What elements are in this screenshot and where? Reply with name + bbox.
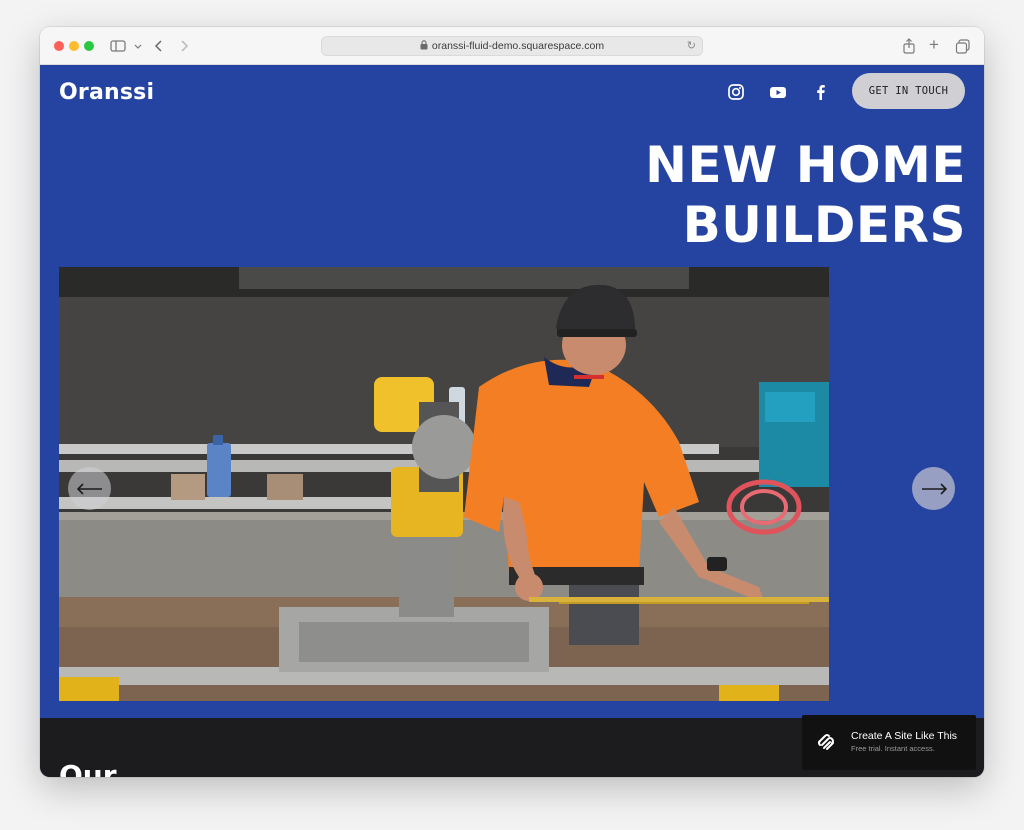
hero-title: NEW HOME BUILDERS <box>366 135 966 255</box>
squarespace-badge[interactable]: Create A Site Like This Free trial. Inst… <box>802 715 976 770</box>
new-tab-icon[interactable]: + <box>929 35 939 55</box>
site-logo[interactable]: Oranssi <box>59 80 154 105</box>
arrow-right-icon <box>921 482 947 495</box>
back-arrow-icon[interactable] <box>153 36 165 56</box>
hero-title-line-1: NEW HOME <box>645 136 966 194</box>
squarespace-badge-title: Create A Site Like This <box>851 730 958 742</box>
zoom-window-button[interactable] <box>84 41 94 51</box>
get-in-touch-button[interactable]: GET IN TOUCH <box>852 73 965 109</box>
sidebar-toggle-icon[interactable] <box>110 36 132 56</box>
share-icon[interactable] <box>902 36 916 56</box>
close-window-button[interactable] <box>54 41 64 51</box>
section-title: Our <box>59 759 117 778</box>
instagram-icon[interactable] <box>727 83 745 101</box>
hero-image <box>59 267 829 701</box>
hero-image-illustration <box>59 267 829 701</box>
reload-icon[interactable]: ↻ <box>687 37 696 56</box>
lock-icon <box>420 38 428 57</box>
previous-slide-button[interactable] <box>68 467 111 510</box>
squarespace-logo-icon <box>818 734 834 750</box>
url-text: oranssi-fluid-demo.squarespace.com <box>431 40 605 52</box>
address-bar[interactable]: oranssi-fluid-demo.squarespace.com ↻ <box>321 36 703 56</box>
tab-overview-icon[interactable] <box>955 36 971 56</box>
chevron-down-icon[interactable] <box>134 36 142 56</box>
squarespace-badge-subtitle: Free trial. Instant access. <box>851 744 935 753</box>
forward-arrow-icon[interactable] <box>178 36 190 56</box>
minimize-window-button[interactable] <box>69 41 79 51</box>
browser-window: oranssi-fluid-demo.squarespace.com ↻ + O… <box>40 27 984 777</box>
facebook-icon[interactable] <box>812 83 830 101</box>
browser-toolbar: oranssi-fluid-demo.squarespace.com ↻ + <box>40 27 984 65</box>
hero-title-line-2: BUILDERS <box>682 196 966 254</box>
arrow-left-icon <box>76 482 102 495</box>
next-slide-button[interactable] <box>912 467 955 510</box>
youtube-icon[interactable] <box>769 83 787 101</box>
website-page: Oranssi GET IN TOUCH NEW HOME BUILDERS O… <box>40 65 984 777</box>
